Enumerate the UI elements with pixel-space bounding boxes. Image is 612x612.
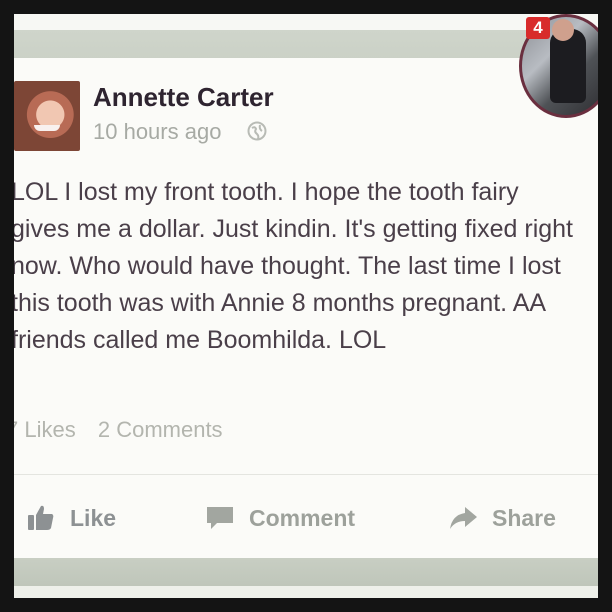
bottom-strip (14, 586, 598, 598)
comment-label: Comment (249, 504, 356, 531)
post-actions-bar: Like Comment Share (14, 492, 598, 544)
comment-button[interactable]: Comment (205, 492, 355, 544)
action-divider (14, 474, 598, 475)
thumbs-up-icon (28, 505, 54, 530)
author-name[interactable]: Annette Carter (93, 82, 274, 113)
share-label: Share (492, 504, 556, 531)
author-avatar[interactable] (14, 81, 80, 151)
share-arrow-icon (450, 507, 477, 529)
like-label: Like (70, 504, 117, 531)
feed-gap-bottom (14, 558, 598, 586)
comments-count[interactable]: 2 Comments (98, 417, 223, 442)
post-stats: 7 Likes 2 Comments (14, 417, 239, 443)
like-button[interactable]: Like (26, 492, 116, 544)
post-timestamp[interactable]: 10 hours ago (93, 119, 221, 145)
screenshot-frame: Annette Carter 10 hours ago LOL I lost m… (14, 14, 598, 598)
top-strip (14, 14, 598, 30)
notification-count-badge: 4 (526, 17, 550, 39)
post-body-text: LOL I lost my front tooth. I hope the to… (14, 178, 573, 354)
speech-bubble-icon (207, 507, 233, 529)
globe-icon (247, 121, 267, 141)
likes-count[interactable]: 7 Likes (14, 417, 76, 442)
share-button[interactable]: Share (448, 492, 556, 544)
